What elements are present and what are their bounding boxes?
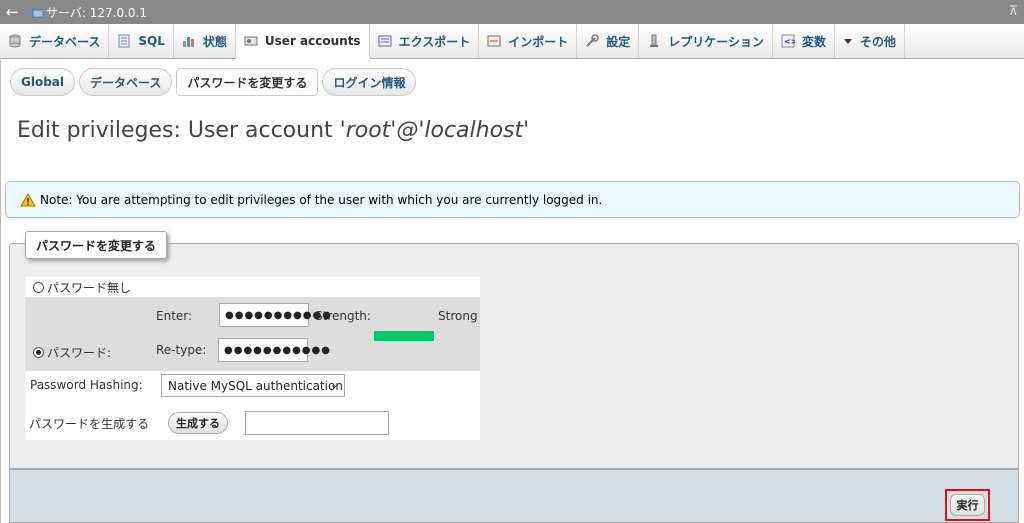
database-icon: [8, 34, 22, 48]
password-radio-label[interactable]: パスワード:: [33, 344, 111, 361]
server-icon: [29, 7, 43, 17]
generate-label: パスワードを生成する: [29, 417, 150, 431]
tab-databases[interactable]: データベース: [0, 24, 110, 58]
hashing-label: Password Hashing:: [30, 378, 143, 392]
subtab-change-password[interactable]: パスワードを変更する: [176, 68, 319, 96]
enter-label: Enter:: [156, 309, 193, 323]
tab-label: 状態: [202, 34, 227, 49]
triangle-down-icon: [843, 34, 853, 48]
tab-sql[interactable]: SQL: [109, 24, 174, 58]
password-panel: パスワード無し パスワード: Enter: ●●●●●●●●●●● Streng…: [25, 277, 480, 440]
tab-label: インポート: [508, 34, 569, 49]
fieldset-legend: パスワードを変更する: [25, 231, 168, 259]
sql-icon: [117, 34, 131, 48]
hashing-select[interactable]: Native MySQL authentication ⌄: [161, 374, 345, 397]
tab-label: SQL: [138, 34, 165, 48]
notice-text: Note: You are attempting to edit privile…: [40, 192, 603, 207]
tab-label: User accounts: [264, 34, 361, 48]
users-icon: [244, 34, 258, 48]
tab-label: エクスポート: [398, 34, 471, 49]
generate-button[interactable]: 生成する: [168, 412, 228, 434]
hashing-value: Native MySQL authentication: [168, 378, 343, 393]
go-button[interactable]: 実行: [950, 494, 985, 516]
strength-label: Strength:: [315, 309, 371, 323]
tab-status[interactable]: 状態: [174, 24, 236, 58]
left-border: [0, 60, 1, 523]
export-icon: [378, 34, 392, 48]
no-password-option[interactable]: パスワード無し: [25, 277, 480, 297]
password-input[interactable]: ●●●●●●●●●●●: [219, 303, 331, 327]
sub-tabs: Global データベース パスワードを変更する ログイン情報: [10, 68, 417, 96]
tab-more[interactable]: その他: [835, 24, 906, 58]
tab-label: 設定: [606, 34, 631, 49]
no-password-radio[interactable]: [33, 281, 44, 293]
tab-label: その他: [860, 34, 897, 49]
page-title-account: 'root'@'localhost': [339, 118, 530, 143]
subtab-login-information[interactable]: ログイン情報: [322, 68, 417, 96]
retype-label: Re-type:: [156, 343, 207, 357]
replication-icon: [647, 34, 661, 48]
no-password-label: パスワード無し: [47, 280, 132, 295]
tab-label: レプリケーション: [668, 34, 765, 49]
tab-import[interactable]: インポート: [479, 24, 578, 58]
password-radio[interactable]: [33, 347, 44, 358]
svg-text:<>: <>: [784, 37, 795, 46]
title-bar: ← サーバ: 127.0.0.1 ⊼: [0, 0, 1024, 24]
retype-input[interactable]: ●●●●●●●●●●●: [218, 338, 330, 362]
collapse-icon[interactable]: ⊼: [1008, 4, 1018, 19]
status-icon: [182, 34, 196, 48]
generated-password-field[interactable]: [245, 411, 389, 435]
variables-icon: <>: [781, 34, 797, 48]
subtab-databases[interactable]: データベース: [79, 68, 173, 96]
wrench-icon: [585, 34, 599, 48]
strength-meter: [374, 331, 434, 341]
main-tabs: データベース SQL 状態 User accounts エクスポート インポート…: [0, 24, 1024, 59]
back-arrow-icon[interactable]: ←: [0, 0, 24, 24]
window-title: サーバ: 127.0.0.1: [46, 5, 147, 20]
tab-settings[interactable]: 設定: [577, 24, 640, 58]
tab-label: データベース: [29, 34, 101, 49]
import-icon: [487, 34, 501, 48]
subtab-global[interactable]: Global: [10, 68, 76, 96]
form-footer: [9, 469, 1019, 523]
tab-export[interactable]: エクスポート: [370, 24, 480, 58]
tab-user-accounts[interactable]: User accounts: [235, 24, 370, 59]
tab-label: 変数: [802, 34, 827, 49]
chevron-down-icon: ⌄: [329, 378, 339, 391]
tab-variables[interactable]: <> 変数: [773, 24, 836, 58]
notice-box: Note: You are attempting to edit privile…: [5, 181, 1020, 218]
strength-text: Strong: [438, 309, 478, 323]
page-title-prefix: Edit privileges: User account: [17, 118, 340, 143]
password-label: パスワード:: [47, 346, 112, 360]
warning-icon: [20, 192, 36, 206]
password-option: パスワード: Enter: ●●●●●●●●●●● Strength: Stro…: [25, 297, 480, 371]
page-title: Edit privileges: User account 'root'@'lo…: [17, 118, 529, 143]
tab-replication[interactable]: レプリケーション: [639, 24, 774, 58]
